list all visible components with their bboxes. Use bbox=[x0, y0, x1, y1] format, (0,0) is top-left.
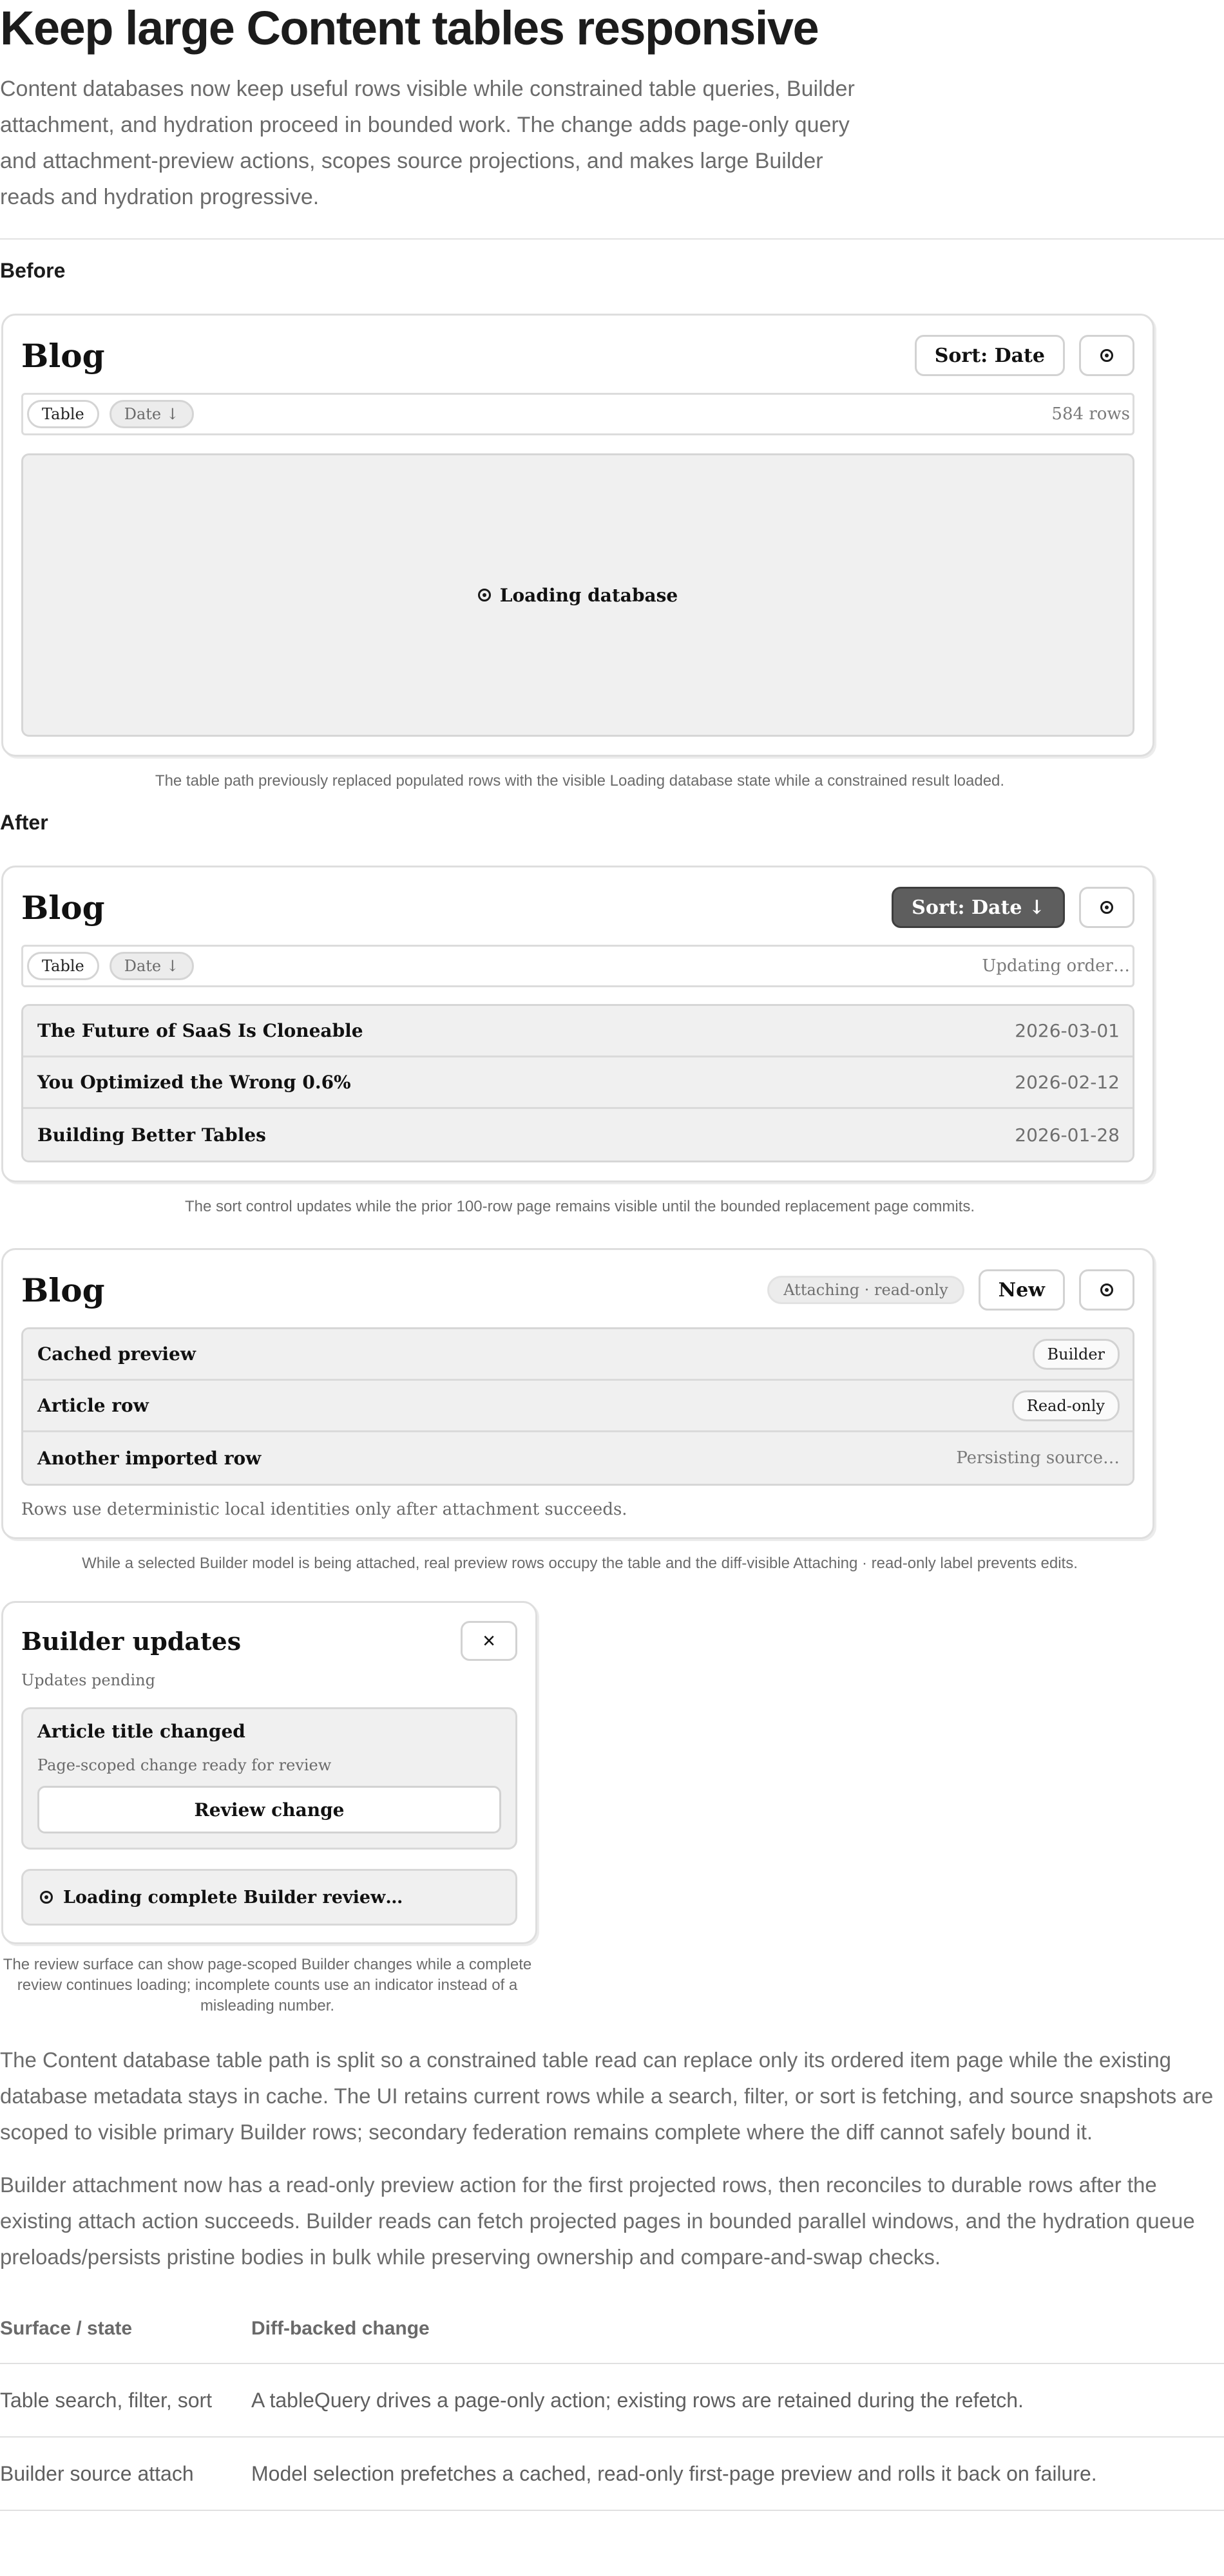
page: Keep large Content tables responsive Con… bbox=[0, 0, 1224, 2511]
section-label-before: Before bbox=[0, 259, 66, 282]
divider bbox=[0, 238, 1224, 240]
loading-icon bbox=[477, 589, 491, 601]
after-caption: The sort control updates while the prior… bbox=[185, 1198, 975, 1215]
panel-header: Builder updates × bbox=[21, 1620, 517, 1662]
table-row[interactable]: The Future of SaaS Is Cloneable 2026-03-… bbox=[23, 1006, 1133, 1057]
builder-updates-panel: Builder updates × Updates pending Articl… bbox=[1, 1601, 537, 1944]
close-icon: × bbox=[483, 1628, 495, 1653]
settings-button[interactable] bbox=[1079, 887, 1134, 928]
loading-review-text: Loading complete Builder review… bbox=[63, 1887, 403, 1908]
target-icon bbox=[1100, 1283, 1113, 1296]
page-title: Keep large Content tables responsive bbox=[0, 1, 819, 55]
row-date: 2026-02-12 bbox=[1015, 1072, 1120, 1093]
card-header: Blog Attaching · read-only New bbox=[21, 1267, 1134, 1313]
table-row: Builder source attach Model selection pr… bbox=[0, 2437, 1224, 2511]
row-count: 584 rows bbox=[1051, 404, 1130, 424]
table-row: Table search, filter, sort A tableQuery … bbox=[0, 2363, 1224, 2438]
table-cell: A tableQuery drives a page-only action; … bbox=[251, 2363, 1224, 2438]
card-title: Blog bbox=[21, 888, 105, 927]
table-row: Cached preview Builder bbox=[23, 1329, 1133, 1381]
table-cell: Builder source attach bbox=[0, 2437, 251, 2511]
chip-date-sort[interactable]: Date ↓ bbox=[109, 952, 194, 980]
after-card: Blog Sort: Date ↓ Table Date ↓ Updating … bbox=[1, 866, 1154, 1182]
body-paragraph: Builder attachment now has a read-only p… bbox=[0, 2173, 1195, 2269]
updating-status: Updating order… bbox=[982, 956, 1130, 976]
settings-button[interactable] bbox=[1079, 1269, 1134, 1311]
review-change-button[interactable]: Review change bbox=[37, 1786, 501, 1833]
close-button[interactable]: × bbox=[461, 1621, 517, 1661]
table-cell: Table search, filter, sort bbox=[0, 2363, 251, 2438]
loading-icon bbox=[40, 1891, 53, 1904]
row-title: Another imported row bbox=[37, 1447, 262, 1469]
table-header-row: Surface / state Diff-backed change bbox=[0, 2295, 1224, 2364]
body-paragraph: The Content database table path is split… bbox=[0, 2048, 1214, 2144]
table-cell: Model selection prefetches a cached, rea… bbox=[251, 2437, 1224, 2511]
chip-table[interactable]: Table bbox=[27, 400, 99, 428]
target-icon bbox=[1100, 901, 1113, 914]
read-only-badge: Read-only bbox=[1011, 1390, 1120, 1421]
column-header: Surface / state bbox=[0, 2295, 251, 2364]
panel-title: Builder updates bbox=[21, 1626, 242, 1656]
table-row[interactable]: You Optimized the Wrong 0.6% 2026-02-12 bbox=[23, 1057, 1133, 1109]
summary-table: Surface / state Diff-backed change Table… bbox=[0, 2295, 1224, 2511]
row-title: Cached preview bbox=[37, 1343, 196, 1365]
attach-note: Rows use deterministic local identities … bbox=[21, 1500, 627, 1519]
loading-text: Loading database bbox=[499, 584, 678, 606]
card-header: Blog Sort: Date ↓ bbox=[21, 884, 1134, 931]
view-toolbar: Table Date ↓ 584 rows bbox=[21, 393, 1134, 435]
table-row: Another imported row Persisting source… bbox=[23, 1432, 1133, 1484]
chip-table[interactable]: Table bbox=[27, 952, 99, 980]
row-date: 2026-01-28 bbox=[1015, 1124, 1120, 1146]
preview-rows: Cached preview Builder Article row Read-… bbox=[21, 1327, 1134, 1486]
loading-review-card: Loading complete Builder review… bbox=[21, 1869, 517, 1926]
card-title: Blog bbox=[21, 1271, 105, 1309]
card-header: Blog Sort: Date bbox=[21, 332, 1134, 379]
new-button[interactable]: New bbox=[978, 1269, 1065, 1311]
view-toolbar: Table Date ↓ Updating order… bbox=[21, 945, 1134, 987]
loading-area: Loading database bbox=[21, 453, 1134, 737]
column-header: Diff-backed change bbox=[251, 2295, 1224, 2364]
settings-button[interactable] bbox=[1079, 335, 1134, 376]
card-title: Blog bbox=[21, 336, 105, 375]
row-title: The Future of SaaS Is Cloneable bbox=[37, 1020, 363, 1041]
table-rows: The Future of SaaS Is Cloneable 2026-03-… bbox=[21, 1004, 1134, 1162]
panel-subtitle: Updates pending bbox=[21, 1671, 155, 1689]
row-title: You Optimized the Wrong 0.6% bbox=[37, 1072, 351, 1093]
change-card: Article title changed Page-scoped change… bbox=[21, 1707, 517, 1850]
attaching-status-pill: Attaching · read-only bbox=[767, 1276, 964, 1304]
section-label-after: After bbox=[0, 811, 48, 834]
sort-button[interactable]: Sort: Date bbox=[914, 335, 1065, 376]
row-title: Article row bbox=[37, 1395, 149, 1416]
chip-date-sort[interactable]: Date ↓ bbox=[109, 400, 194, 428]
intro-text: Content databases now keep useful rows v… bbox=[0, 77, 855, 209]
persisting-status: Persisting source… bbox=[956, 1448, 1120, 1468]
row-title: Building Better Tables bbox=[37, 1124, 266, 1146]
change-title: Article title changed bbox=[37, 1721, 245, 1742]
sort-button[interactable]: Sort: Date ↓ bbox=[892, 887, 1065, 928]
table-row: Article row Read-only bbox=[23, 1381, 1133, 1432]
panel-caption: The review surface can show page-scoped … bbox=[3, 1956, 532, 2014]
attach-card: Blog Attaching · read-only New Cached pr… bbox=[1, 1248, 1154, 1539]
change-description: Page-scoped change ready for review bbox=[37, 1756, 332, 1774]
before-card: Blog Sort: Date Table Date ↓ 584 rows Lo… bbox=[1, 314, 1154, 757]
table-row[interactable]: Building Better Tables 2026-01-28 bbox=[23, 1109, 1133, 1160]
target-icon bbox=[1100, 349, 1113, 362]
attach-caption: While a selected Builder model is being … bbox=[82, 1555, 1078, 1572]
row-date: 2026-03-01 bbox=[1015, 1020, 1120, 1041]
builder-badge: Builder bbox=[1032, 1338, 1120, 1370]
before-caption: The table path previously replaced popul… bbox=[155, 772, 1005, 790]
